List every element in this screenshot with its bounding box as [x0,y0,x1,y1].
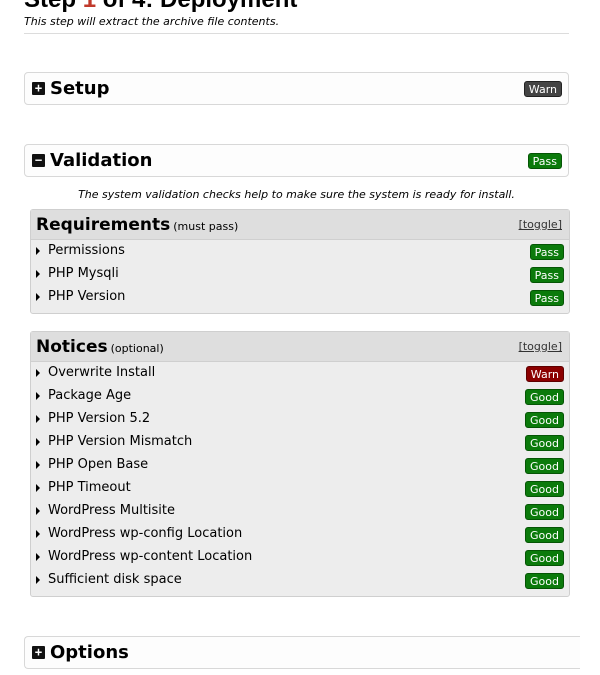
validation-title: Validation [50,150,153,171]
caret-right-icon [36,392,40,400]
header-divider [24,33,569,34]
list-item-label: Overwrite Install [48,365,156,380]
caret-right-icon [36,484,40,492]
status-badge: Good [525,458,564,474]
status-badge: Good [525,481,564,497]
list-item[interactable]: PHP Mysqli Pass [31,263,569,286]
notices-title-text: Notices [36,337,108,357]
caret-right-icon [36,461,40,469]
notices-header: Notices (optional) [toggle] [31,332,569,362]
status-badge: Warn [525,366,564,382]
step-number: 1 [83,0,96,13]
list-item[interactable]: Sufficient disk space Good [31,569,569,592]
status-badge: Good [525,527,564,543]
setup-status-badge: Warn [523,81,562,97]
minus-box-icon: − [32,154,45,167]
setup-section-header[interactable]: + Setup Warn [24,72,569,105]
list-item-label: Package Age [48,388,132,403]
setup-title: Setup [50,78,110,99]
list-item-label: PHP Timeout [48,480,131,495]
requirements-list: Permissions Pass PHP Mysqli Pass PHP Version… [31,240,569,309]
step-prefix: Step [24,0,83,13]
status-badge: Good [525,435,564,451]
step-header: Step 1 of 4: Deployment This step will e… [24,0,569,28]
plus-box-icon: + [32,646,45,659]
list-item-label: PHP Version [48,289,126,304]
list-item[interactable]: Permissions Pass [31,240,569,263]
caret-right-icon [36,576,40,584]
list-item-label: PHP Version Mismatch [48,434,193,449]
step-subtitle: This step will extract the archive file … [24,15,280,28]
caret-right-icon [36,530,40,538]
notices-panel: Notices (optional) [toggle] Overwrite Ins… [30,331,570,597]
caret-right-icon [36,247,40,255]
list-item-label: Sufficient disk space [48,572,182,587]
list-item[interactable]: PHP Version 5.2 Good [31,408,569,431]
step-suffix: of 4: Deployment [96,0,298,13]
list-item[interactable]: WordPress wp-config Location Good [31,523,569,546]
validation-section-header[interactable]: − Validation Pass [24,144,569,177]
status-badge: Pass [529,267,564,283]
requirements-subtitle: (must pass) [173,220,239,233]
validation-status-badge: Pass [527,153,562,169]
caret-right-icon [36,553,40,561]
list-item[interactable]: Package Age Good [31,385,569,408]
status-badge: Good [525,504,564,520]
list-item-label: WordPress wp-config Location [48,526,243,541]
status-badge: Pass [529,244,564,260]
requirements-title-text: Requirements [36,215,171,235]
requirements-title: Requirements (must pass) [36,214,238,238]
options-title: Options [50,642,129,663]
status-badge: Good [525,573,564,589]
status-badge: Good [525,389,564,405]
list-item[interactable]: PHP Version Pass [31,286,569,309]
caret-right-icon [36,507,40,515]
list-item-label: WordPress Multisite [48,503,176,518]
list-item[interactable]: Overwrite Install Warn [31,362,569,385]
list-item-label: WordPress wp-content Location [48,549,253,564]
notices-subtitle: (optional) [110,342,164,355]
notices-title: Notices (optional) [36,336,164,360]
caret-right-icon [36,270,40,278]
list-item-label: Permissions [48,243,125,258]
list-item[interactable]: WordPress wp-content Location Good [31,546,569,569]
validation-info-text: The system validation checks help to mak… [78,188,515,201]
list-item-label: PHP Version 5.2 [48,411,151,426]
list-item-label: PHP Mysqli [48,266,119,281]
list-item[interactable]: PHP Version Mismatch Good [31,431,569,454]
options-section-header[interactable]: + Options [24,636,580,669]
caret-right-icon [36,293,40,301]
list-item[interactable]: PHP Open Base Good [31,454,569,477]
caret-right-icon [36,415,40,423]
caret-right-icon [36,438,40,446]
caret-right-icon [36,369,40,377]
list-item[interactable]: PHP Timeout Good [31,477,569,500]
notices-toggle-link[interactable]: [toggle] [519,340,562,353]
requirements-panel: Requirements (must pass) [toggle] Permiss… [30,209,570,314]
status-badge: Good [525,550,564,566]
requirements-toggle-link[interactable]: [toggle] [519,218,562,231]
status-badge: Pass [529,290,564,306]
list-item-label: PHP Open Base [48,457,149,472]
plus-box-icon: + [32,82,45,95]
list-item[interactable]: WordPress Multisite Good [31,500,569,523]
page-title: Step 1 of 4: Deployment [24,0,569,14]
requirements-header: Requirements (must pass) [toggle] [31,210,569,240]
notices-list: Overwrite Install Warn Package Age Good PHP … [31,362,569,592]
status-badge: Good [525,412,564,428]
